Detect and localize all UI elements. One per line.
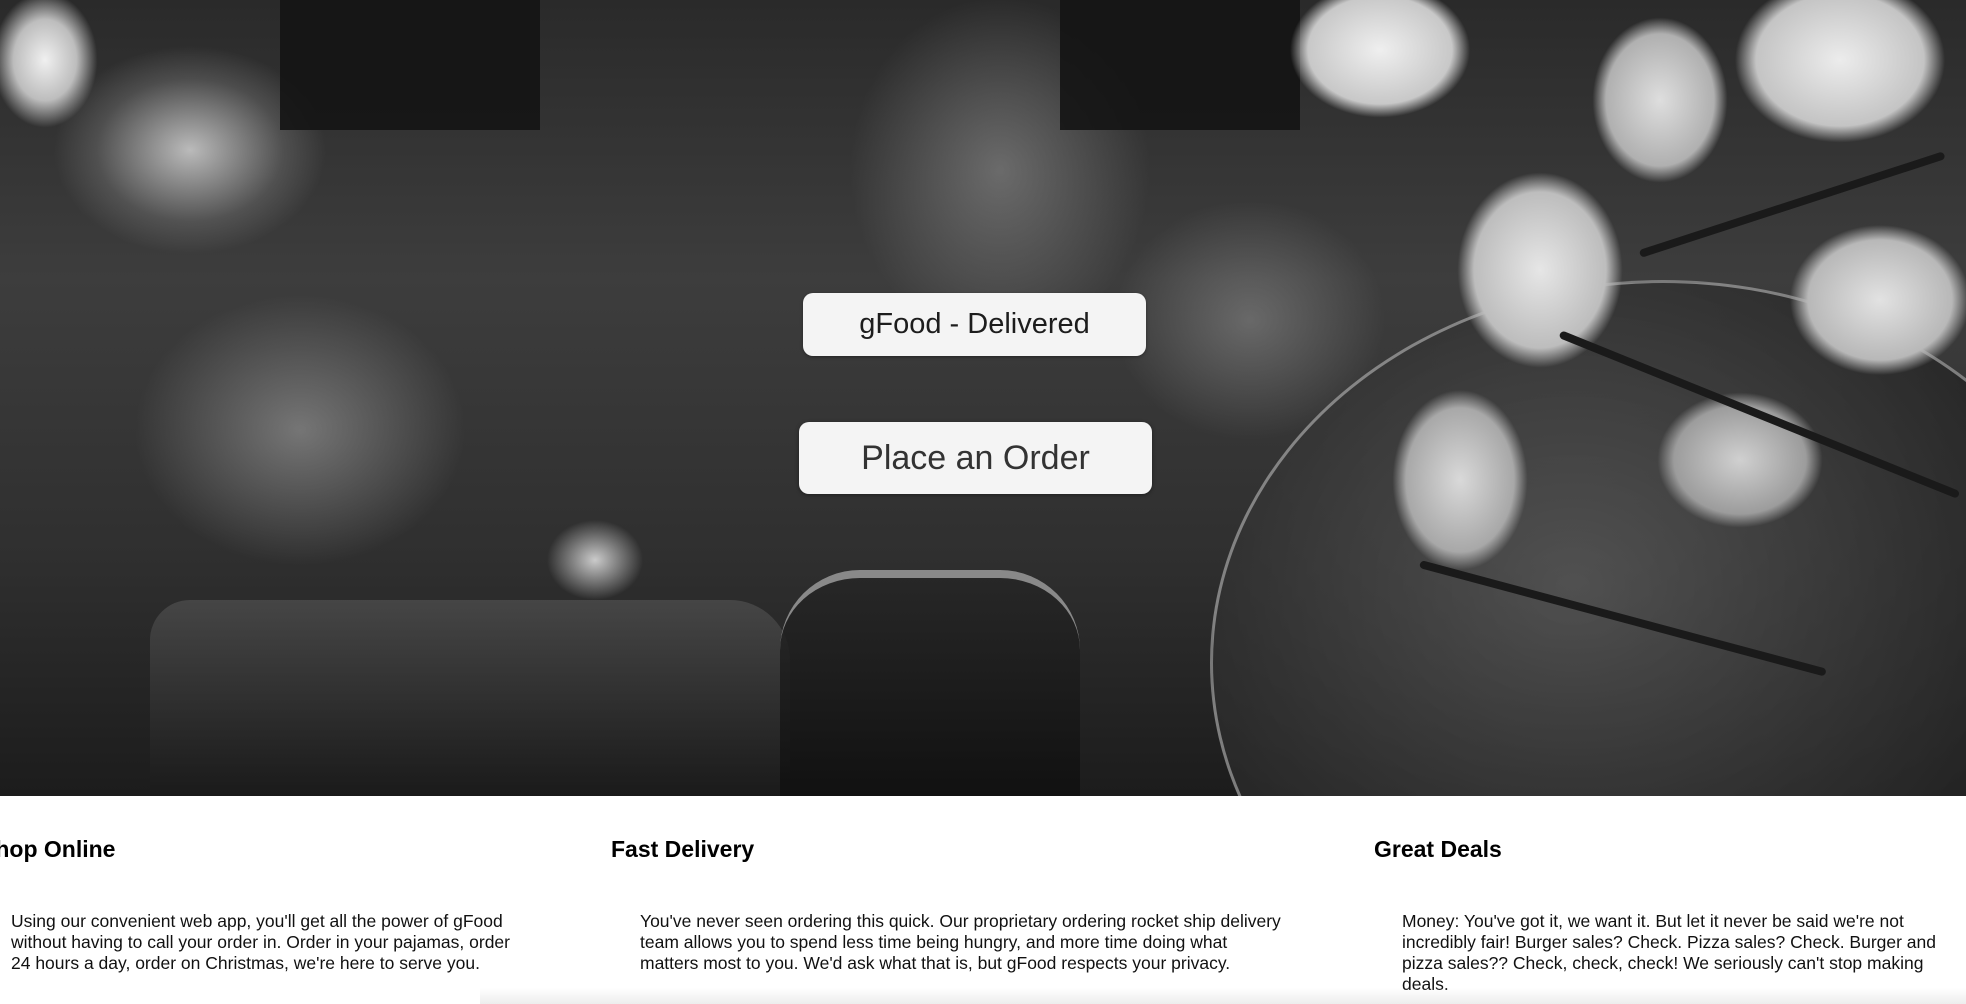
feature-heading-shop-online: Shop Online <box>0 836 116 862</box>
hero-background-photo <box>0 0 1966 796</box>
feature-text-fast-delivery: You've never seen ordering this quick. O… <box>640 911 1281 973</box>
feature-text-shop-online: Using our convenient web app, you'll get… <box>11 911 510 973</box>
feature-text-great-deals: Money: You've got it, we want it. But le… <box>1402 911 1936 994</box>
orchid-flowers <box>1240 0 1966 660</box>
background-window <box>280 0 540 130</box>
bottom-fade <box>480 988 1966 1004</box>
feature-heading-great-deals: Great Deals <box>1374 836 1502 862</box>
background-chair <box>780 570 1080 796</box>
background-table <box>150 600 790 796</box>
feature-heading-fast-delivery: Fast Delivery <box>611 836 755 862</box>
place-order-button[interactable]: Place an Order <box>799 422 1152 494</box>
site-title: gFood - Delivered <box>803 293 1146 356</box>
